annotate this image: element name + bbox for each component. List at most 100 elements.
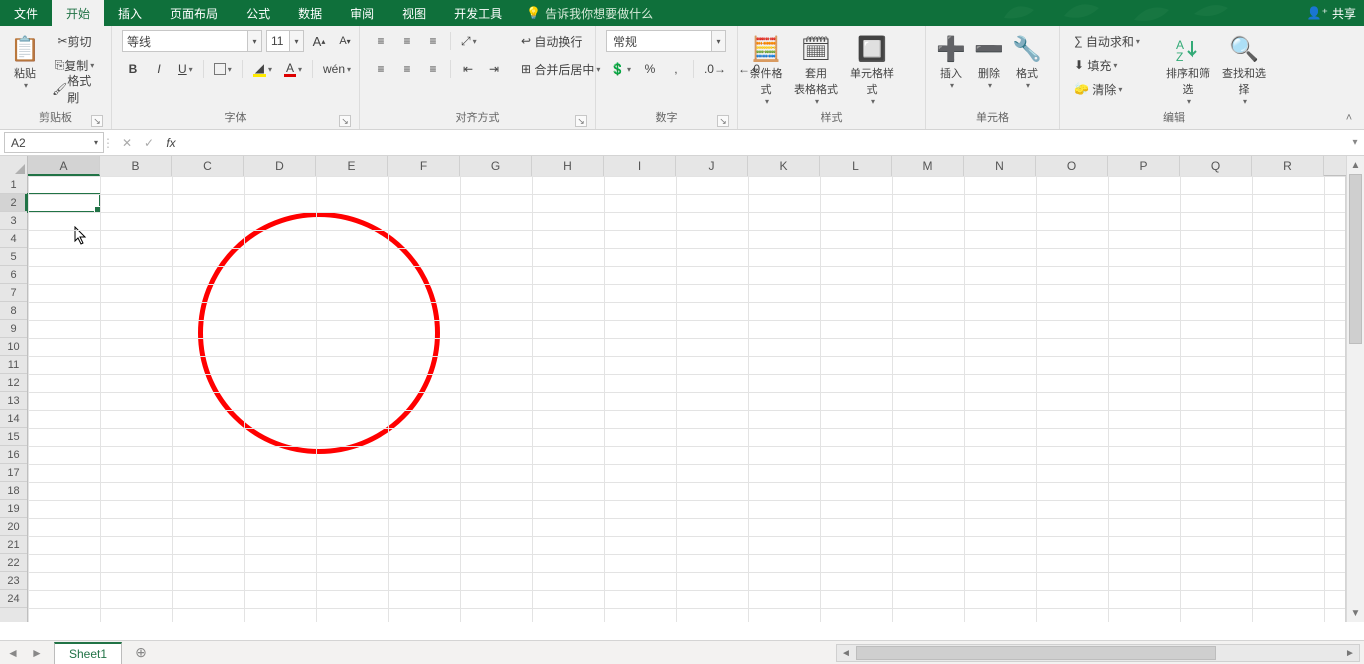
tab-review[interactable]: 审阅 [336, 0, 388, 26]
row-header[interactable]: 11 [0, 356, 27, 374]
decrease-font-button[interactable]: A▾ [334, 30, 356, 52]
column-header[interactable]: K [748, 156, 820, 176]
hscroll-thumb[interactable] [856, 646, 1216, 660]
tab-view[interactable]: 视图 [388, 0, 440, 26]
conditional-format-button[interactable]: 🧮 条件格式▾ [744, 28, 788, 111]
row-header[interactable]: 13 [0, 392, 27, 410]
row-header[interactable]: 17 [0, 464, 27, 482]
align-middle-button[interactable]: ≡ [396, 30, 418, 52]
tab-page-layout[interactable]: 页面布局 [156, 0, 232, 26]
row-header[interactable]: 16 [0, 446, 27, 464]
increase-indent-button[interactable]: ⇥ [483, 58, 505, 80]
column-header[interactable]: J [676, 156, 748, 176]
column-header[interactable]: B [100, 156, 172, 176]
comma-format-button[interactable]: , [665, 58, 687, 80]
row-header[interactable]: 24 [0, 590, 27, 608]
row-header[interactable]: 23 [0, 572, 27, 590]
scroll-up-button[interactable]: ▲ [1347, 156, 1364, 174]
font-color-button[interactable]: A▾ [280, 58, 306, 80]
clipboard-dialog-launcher[interactable]: ↘ [91, 115, 103, 127]
select-all-button[interactable] [0, 156, 28, 176]
column-header[interactable]: Q [1180, 156, 1252, 176]
row-header[interactable]: 4 [0, 230, 27, 248]
formula-input[interactable] [186, 130, 1346, 155]
align-top-button[interactable]: ≡ [370, 30, 392, 52]
number-dialog-launcher[interactable]: ↘ [717, 115, 729, 127]
fill-button[interactable]: ⬇ 填充▾ [1070, 54, 1156, 76]
enter-formula-button[interactable]: ✓ [138, 132, 160, 154]
sort-filter-button[interactable]: AZ 排序和筛选▾ [1160, 28, 1216, 111]
sheet-nav-prev-button[interactable]: ◄ [2, 642, 24, 664]
column-header[interactable]: P [1108, 156, 1180, 176]
collapse-ribbon-button[interactable]: ˄ [1340, 111, 1358, 125]
column-header[interactable]: C [172, 156, 244, 176]
row-header[interactable]: 5 [0, 248, 27, 266]
font-size-combo[interactable]: 11 ▾ [266, 30, 304, 52]
column-header[interactable]: M [892, 156, 964, 176]
font-dialog-launcher[interactable]: ↘ [339, 115, 351, 127]
find-select-button[interactable]: 🔍 查找和选择▾ [1216, 28, 1272, 111]
accounting-format-button[interactable]: 💲▾ [606, 58, 635, 80]
font-name-combo[interactable]: 等线 ▾ [122, 30, 262, 52]
sheet-nav-next-button[interactable]: ► [26, 642, 48, 664]
clear-button[interactable]: 🧽 清除▾ [1070, 78, 1156, 100]
column-header[interactable]: I [604, 156, 676, 176]
increase-font-button[interactable]: A▴ [308, 30, 330, 52]
tab-data[interactable]: 数据 [284, 0, 336, 26]
vertical-scrollbar[interactable]: ▲ ▼ [1346, 156, 1364, 622]
tab-file[interactable]: 文件 [0, 0, 52, 26]
insert-function-button[interactable]: fx [160, 132, 182, 154]
cut-button[interactable]: ✂ 剪切 [48, 30, 101, 52]
column-header[interactable]: E [316, 156, 388, 176]
row-header[interactable]: 10 [0, 338, 27, 356]
row-header[interactable]: 8 [0, 302, 27, 320]
align-dialog-launcher[interactable]: ↘ [575, 115, 587, 127]
tab-insert[interactable]: 插入 [104, 0, 156, 26]
row-header[interactable]: 7 [0, 284, 27, 302]
share-button[interactable]: 👤⁺ 共享 [1307, 0, 1356, 26]
row-header[interactable]: 22 [0, 554, 27, 572]
expand-formula-bar-button[interactable]: ▾ [1346, 130, 1364, 155]
column-header[interactable]: N [964, 156, 1036, 176]
row-header[interactable]: 12 [0, 374, 27, 392]
row-header[interactable]: 3 [0, 212, 27, 230]
tab-home[interactable]: 开始 [52, 0, 104, 26]
vscroll-thumb[interactable] [1349, 174, 1362, 344]
paste-button[interactable]: 📋 粘贴 ▾ [6, 28, 44, 95]
row-header[interactable]: 21 [0, 536, 27, 554]
underline-button[interactable]: U▾ [174, 58, 197, 80]
italic-button[interactable]: I [148, 58, 170, 80]
chevron-down-icon[interactable]: ▾ [89, 133, 103, 152]
row-header[interactable]: 15 [0, 428, 27, 446]
cell-styles-button[interactable]: 🔲 单元格样式▾ [844, 28, 900, 111]
number-format-combo[interactable]: 常规 ▾ [606, 30, 726, 52]
format-as-table-button[interactable]: 🗓 套用 表格格式▾ [788, 28, 844, 111]
delete-cells-button[interactable]: ➖ 删除▾ [970, 28, 1008, 95]
scroll-right-button[interactable]: ► [1341, 648, 1359, 659]
phonetic-button[interactable]: wén▾ [319, 58, 355, 80]
sheet-tab-active[interactable]: Sheet1 [54, 642, 122, 664]
autosum-button[interactable]: ∑ 自动求和▾ [1070, 30, 1156, 52]
borders-button[interactable]: ▾ [210, 58, 236, 80]
row-header[interactable]: 1 [0, 176, 27, 194]
new-sheet-button[interactable]: ⊕ [130, 642, 152, 664]
bold-button[interactable]: B [122, 58, 144, 80]
row-header[interactable]: 14 [0, 410, 27, 428]
column-header[interactable]: D [244, 156, 316, 176]
orientation-button[interactable]: ⤢▾ [457, 30, 481, 52]
fill-color-button[interactable]: ◢▾ [249, 58, 276, 80]
column-header[interactable]: G [460, 156, 532, 176]
chevron-down-icon[interactable]: ▾ [247, 31, 261, 51]
cells-grid[interactable] [28, 176, 1346, 622]
increase-decimal-button[interactable]: .0→ [700, 58, 730, 80]
percent-format-button[interactable]: % [639, 58, 661, 80]
align-center-button[interactable]: ≡ [396, 58, 418, 80]
chevron-down-icon[interactable]: ▾ [289, 31, 303, 51]
row-header[interactable]: 9 [0, 320, 27, 338]
chevron-down-icon[interactable]: ▾ [711, 31, 725, 51]
align-left-button[interactable]: ≡ [370, 58, 392, 80]
row-header[interactable]: 2 [0, 194, 27, 212]
column-header[interactable]: L [820, 156, 892, 176]
row-header[interactable]: 6 [0, 266, 27, 284]
column-header[interactable]: A [28, 156, 100, 176]
